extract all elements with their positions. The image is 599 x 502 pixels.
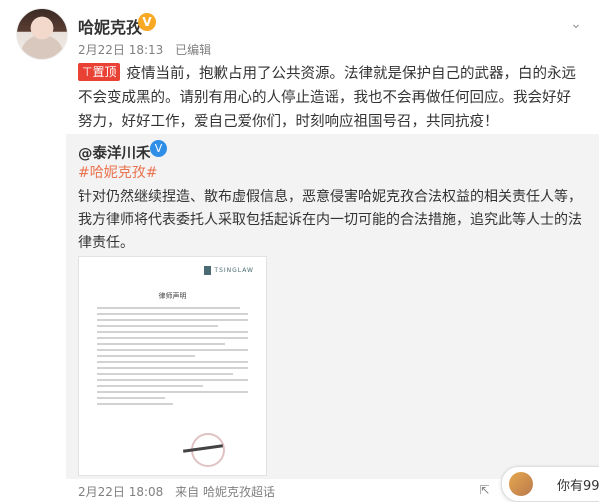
- doc-title: 律师声明: [158, 292, 187, 300]
- chat-text: 你有99: [557, 479, 599, 494]
- lawyer-statement-image[interactable]: TSINGLAW 律师声明: [78, 256, 267, 476]
- forward-icon: ⇱: [479, 483, 490, 497]
- repost-body: 针对仍然继续捏造、散布虚假信息，恶意侵害哈妮克孜合法权益的相关责任人等，我方律师…: [78, 189, 582, 251]
- pin-badge: ⊤置顶: [78, 63, 121, 81]
- repost-source[interactable]: 来自 哈妮克孜超话: [175, 485, 275, 499]
- repost-author[interactable]: @泰洋川禾: [78, 142, 151, 163]
- chevron-down-icon[interactable]: ⌄: [567, 15, 585, 33]
- repost-verified-badge: V: [150, 140, 167, 157]
- pin-label: 置顶: [92, 65, 117, 79]
- edited-label: 已编辑: [175, 43, 212, 57]
- repost-footer: 2月22日 18:08 来自 哈妮克孜超话: [78, 483, 283, 500]
- repost-hashtag[interactable]: #哈妮克孜#: [78, 162, 157, 182]
- chat-avatar: [509, 472, 533, 496]
- chat-chip[interactable]: 你有99: [501, 466, 599, 502]
- doc-body-lines: [97, 303, 248, 409]
- post-time[interactable]: 2月22日 18:13: [78, 43, 163, 57]
- post-content: ⊤置顶 疫情当前，抱歉占用了公共资源。法律就是保护自己的武器，白的永远不会变成黑…: [78, 62, 583, 134]
- post-text: 疫情当前，抱歉占用了公共资源。法律就是保护自己的武器，白的永远不会变成黑的。请别…: [78, 66, 576, 130]
- verified-badge: V: [138, 13, 156, 31]
- law-firm-logo: TSINGLAW: [204, 266, 254, 275]
- post-meta: 2月22日 18:13 已编辑: [78, 41, 219, 58]
- post-avatar[interactable]: [16, 8, 68, 60]
- pin-icon: ⊤: [82, 65, 93, 79]
- repost-time[interactable]: 2月22日 18:08: [78, 485, 163, 499]
- post-author[interactable]: 哈妮克孜: [78, 14, 142, 38]
- repost-card: @泰洋川禾 V #哈妮克孜# 针对仍然继续捏造、散布虚假信息，恶意侵害哈妮克孜合…: [66, 134, 599, 499]
